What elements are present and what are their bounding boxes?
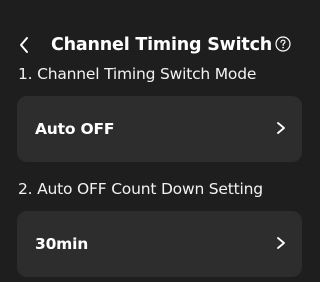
chevron-right-icon bbox=[277, 122, 285, 134]
question-circle-icon[interactable] bbox=[275, 36, 291, 52]
countdown-setting-selector[interactable]: 30min bbox=[17, 211, 302, 277]
timing-mode-selector[interactable]: Auto OFF bbox=[17, 96, 302, 162]
timing-mode-value: Auto OFF bbox=[35, 120, 115, 138]
page-title: Channel Timing Switch bbox=[51, 35, 273, 55]
back-button[interactable] bbox=[18, 32, 36, 58]
countdown-setting-label: 2. Auto OFF Count Down Setting bbox=[18, 180, 263, 198]
header-bar: Channel Timing Switch bbox=[0, 28, 311, 62]
chevron-left-icon[interactable] bbox=[18, 35, 30, 55]
chevron-right-icon bbox=[277, 237, 285, 249]
countdown-setting-value: 30min bbox=[35, 235, 89, 253]
timing-mode-label: 1. Channel Timing Switch Mode bbox=[18, 65, 257, 83]
